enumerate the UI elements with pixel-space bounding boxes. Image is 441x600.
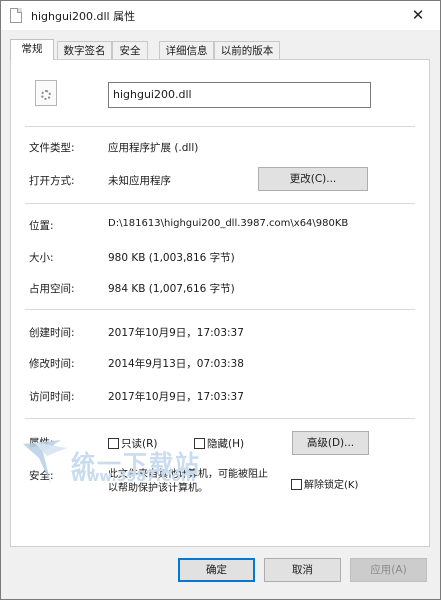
- dll-file-icon: [35, 80, 57, 106]
- tab-security[interactable]: 安全: [112, 41, 148, 59]
- apply-button[interactable]: 应用(A): [350, 558, 427, 582]
- divider: [25, 203, 415, 204]
- created-label: 创建时间:: [29, 327, 75, 339]
- size-value: 980 KB (1,003,816 字节): [108, 252, 235, 264]
- file-type-value: 应用程序扩展 (.dll): [108, 142, 199, 154]
- watermark-url: Www.3987.Com: [71, 469, 196, 485]
- file-name-input[interactable]: highgui200.dll: [108, 82, 371, 108]
- title-bar: highgui200.dll 属性 ✕: [1, 1, 440, 30]
- close-button[interactable]: ✕: [396, 1, 440, 30]
- size-on-disk-value: 984 KB (1,007,616 字节): [108, 283, 235, 295]
- accessed-value: 2017年10月9日，17:03:37: [108, 391, 244, 403]
- file-type-label: 文件类型:: [29, 142, 75, 154]
- site-watermark: 统一下载站 Www.3987.Com: [21, 438, 321, 488]
- change-button[interactable]: 更改(C)...: [258, 167, 368, 191]
- open-with-value: 未知应用程序: [108, 175, 171, 187]
- created-value: 2017年10月9日，17:03:37: [108, 327, 244, 339]
- tab-digital-signatures[interactable]: 数字签名: [57, 41, 112, 59]
- divider: [25, 309, 415, 310]
- location-label: 位置:: [29, 220, 54, 232]
- file-icon: [10, 8, 22, 23]
- divider: [25, 126, 415, 127]
- window-title: highgui200.dll 属性: [31, 10, 136, 23]
- watermark-logo-icon: [23, 440, 67, 484]
- cancel-button[interactable]: 取消: [264, 558, 341, 582]
- ok-button[interactable]: 确定: [178, 558, 255, 582]
- change-button-label: 更改(C)...: [289, 173, 337, 185]
- size-label: 大小:: [29, 252, 54, 264]
- open-with-label: 打开方式:: [29, 175, 75, 187]
- location-value: D:\181613\highgui200_dll.3987.com\x64\98…: [108, 218, 349, 229]
- tab-general[interactable]: 常规: [10, 39, 54, 60]
- size-on-disk-label: 占用空间:: [29, 283, 75, 295]
- tab-previous-versions[interactable]: 以前的版本: [214, 41, 280, 59]
- accessed-label: 访问时间:: [29, 391, 75, 403]
- tab-details[interactable]: 详细信息: [159, 41, 214, 59]
- properties-window: highgui200.dll 属性 ✕ 常规 数字签名 安全 详细信息 以前的版…: [0, 0, 441, 600]
- modified-value: 2014年9月13日，07:03:38: [108, 358, 244, 370]
- divider: [25, 418, 415, 419]
- gear-icon: [41, 90, 51, 100]
- modified-label: 修改时间:: [29, 358, 75, 370]
